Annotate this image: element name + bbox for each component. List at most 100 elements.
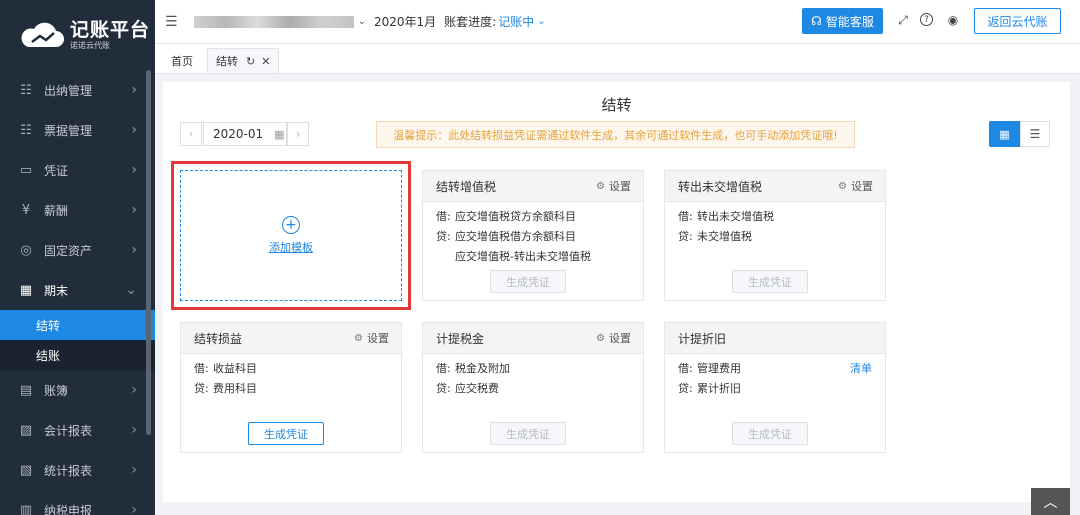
menu-toggle-icon[interactable]: ☰ <box>165 14 178 30</box>
chevron-right-icon: › <box>131 122 137 138</box>
sidebar-menu: ☷ 出纳管理 › ☷ 票据管理 › ▭ 凭证 › ¥ 薪酬 › ◎ 固定资产 ›… <box>0 70 155 515</box>
grid-view-button[interactable]: ▦ <box>989 121 1020 147</box>
prev-period-button[interactable]: ‹ <box>180 122 202 146</box>
tab-carryover[interactable]: 结转 ↻ ✕ <box>207 48 280 73</box>
entry-line: 借: 收益科目 <box>194 358 401 378</box>
entry-line: 贷: 应交税费 <box>436 378 643 398</box>
entry-account: 应交增值税贷方余额科目 <box>455 210 576 223</box>
card-settings-button[interactable]: ⚙ 设置 <box>838 178 873 194</box>
card-settings-button[interactable]: ⚙ 设置 <box>596 178 631 194</box>
card-title: 结转损益 <box>194 331 243 346</box>
entry-account: 未交增值税 <box>697 230 752 243</box>
sidebar-scrollbar[interactable] <box>146 70 151 435</box>
period-picker[interactable]: 2020-01 ▦ <box>203 122 287 146</box>
card-title: 转出未交增值税 <box>678 179 763 194</box>
sidebar-item-stats-report[interactable]: ▧ 统计报表 › <box>0 450 155 490</box>
carryover-card: 计提折旧 借: 管理费用 贷: 累计折旧 清单 生成凭证 <box>664 322 886 453</box>
carryover-card: 转出未交增值税 ⚙ 设置 借: 转出未交增值税 贷: 未交增值税 生成凭证 <box>664 170 886 301</box>
entry-account: 管理费用 <box>697 362 741 375</box>
period-value: 2020-01 <box>213 127 264 141</box>
ledger-icon: ▤ <box>19 382 33 398</box>
entry-account: 应交税费 <box>455 382 499 395</box>
entry-account: 税金及附加 <box>455 362 510 375</box>
chevron-right-icon: › <box>131 162 137 178</box>
generate-voucher-button[interactable]: 生成凭证 <box>732 270 808 293</box>
sidebar-item-voucher[interactable]: ▭ 凭证 › <box>0 150 155 190</box>
entry-prefix: 借: <box>678 362 693 375</box>
carryover-card: 计提税金 ⚙ 设置 借: 税金及附加 贷: 应交税费 生成凭证 <box>422 322 644 453</box>
chevron-right-icon: › <box>131 462 137 478</box>
entry-prefix: 贷: <box>436 230 451 243</box>
sidebar-item-fixed-assets[interactable]: ◎ 固定资产 › <box>0 230 155 270</box>
sidebar-subitem-carryover[interactable]: 结转 <box>0 310 155 340</box>
gear-icon: ⚙ <box>596 332 605 344</box>
headset-icon: ☊ <box>811 14 822 28</box>
sidebar-item-ledger[interactable]: ▤ 账簿 › <box>0 370 155 410</box>
sidebar-item-label: 期末 <box>44 283 69 298</box>
sidebar-item-salary[interactable]: ¥ 薪酬 › <box>0 190 155 230</box>
entry-line: 贷: 累计折旧 <box>678 378 885 398</box>
progress-label: 账套进度: <box>444 15 497 29</box>
chevron-down-icon[interactable]: ⌄ <box>358 16 366 27</box>
next-period-button[interactable]: › <box>287 122 309 146</box>
entry-account: 累计折旧 <box>697 382 741 395</box>
entry-account: 费用科目 <box>213 382 257 395</box>
help-icon[interactable]: ? <box>920 13 933 26</box>
generate-voucher-button[interactable]: 生成凭证 <box>248 422 324 445</box>
generate-voucher-button[interactable]: 生成凭证 <box>490 270 566 293</box>
chevron-up-icon: ︿ <box>1043 494 1058 511</box>
user-icon[interactable]: ◉ <box>945 12 961 28</box>
sidebar-item-invoice[interactable]: ☷ 票据管理 › <box>0 110 155 150</box>
tax-icon: ▥ <box>19 502 33 515</box>
entry-account: 应交增值税借方余额科目 <box>455 230 576 243</box>
smart-service-label: 智能客服 <box>825 14 874 29</box>
entry-account: 收益科目 <box>213 362 257 375</box>
entry-account: 转出未交增值税 <box>697 210 774 223</box>
entry-line: 借: 应交增值税贷方余额科目 <box>436 206 643 226</box>
entry-prefix: 借: <box>678 210 693 223</box>
chevron-right-icon: › <box>131 382 137 398</box>
entry-line: 贷: 应交增值税借方余额科目 <box>436 226 643 246</box>
chevron-right-icon: › <box>131 82 137 98</box>
sidebar-item-cashier[interactable]: ☷ 出纳管理 › <box>0 70 155 110</box>
sidebar-item-label: 账簿 <box>44 383 69 398</box>
chevron-down-icon[interactable]: ⌄ <box>537 16 545 27</box>
list-view-button[interactable]: ☰ <box>1020 121 1050 147</box>
gear-icon: ⚙ <box>354 332 363 344</box>
sidebar-item-period-end[interactable]: ▦ 期末 ⌄ <box>0 270 155 310</box>
generate-voucher-button[interactable]: 生成凭证 <box>732 422 808 445</box>
sidebar-item-tax-filing[interactable]: ▥ 纳税申报 › <box>0 490 155 515</box>
return-button[interactable]: 返回云代账 <box>974 8 1061 34</box>
sidebar-item-accounting-report[interactable]: ▨ 会计报表 › <box>0 410 155 450</box>
sidebar-item-label: 凭证 <box>44 163 69 178</box>
logo[interactable]: 记账平台 诺诺云代账 <box>0 0 155 70</box>
card-title: 结转增值税 <box>436 179 497 194</box>
calendar-icon: ▦ <box>274 127 285 141</box>
logo-title: 记账平台 <box>70 19 151 41</box>
fullscreen-icon[interactable]: ⤢ <box>895 12 911 28</box>
generate-voucher-button[interactable]: 生成凭证 <box>490 422 566 445</box>
chevron-right-icon: › <box>131 502 137 515</box>
entry-prefix: 借: <box>436 210 451 223</box>
refresh-icon[interactable]: ↻ <box>246 55 255 68</box>
company-name-blurred[interactable] <box>193 15 354 28</box>
sidebar-item-label: 票据管理 <box>44 123 93 138</box>
chevron-left-icon: ‹ <box>188 127 194 141</box>
tab-home[interactable]: 首页 <box>163 48 201 73</box>
back-to-top-button[interactable]: ︿ <box>1031 488 1070 515</box>
smart-service-button[interactable]: ☊ 智能客服 <box>802 8 883 34</box>
detail-list-link[interactable]: 清单 <box>850 358 872 378</box>
entry-line: 借: 税金及附加 <box>436 358 643 378</box>
card-settings-button[interactable]: ⚙ 设置 <box>354 330 389 346</box>
progress-status-dropdown[interactable]: 记账中 <box>498 13 534 30</box>
sidebar-subitem-closing[interactable]: 结账 <box>0 340 155 370</box>
card-settings-button[interactable]: ⚙ 设置 <box>596 330 631 346</box>
page-title: 结转 <box>601 96 632 114</box>
cashier-icon: ☷ <box>20 82 32 98</box>
tip-banner: 温馨提示：此处结转损益凭证需通过软件生成，其余可通过软件生成，也可手动添加凭证哦… <box>376 121 855 148</box>
settings-label: 设置 <box>851 180 873 193</box>
close-icon[interactable]: ✕ <box>261 55 270 68</box>
entry-prefix: 贷: <box>436 382 451 395</box>
entry-prefix: 借: <box>194 362 209 375</box>
tab-bar: 首页 结转 ↻ ✕ <box>155 44 1080 74</box>
